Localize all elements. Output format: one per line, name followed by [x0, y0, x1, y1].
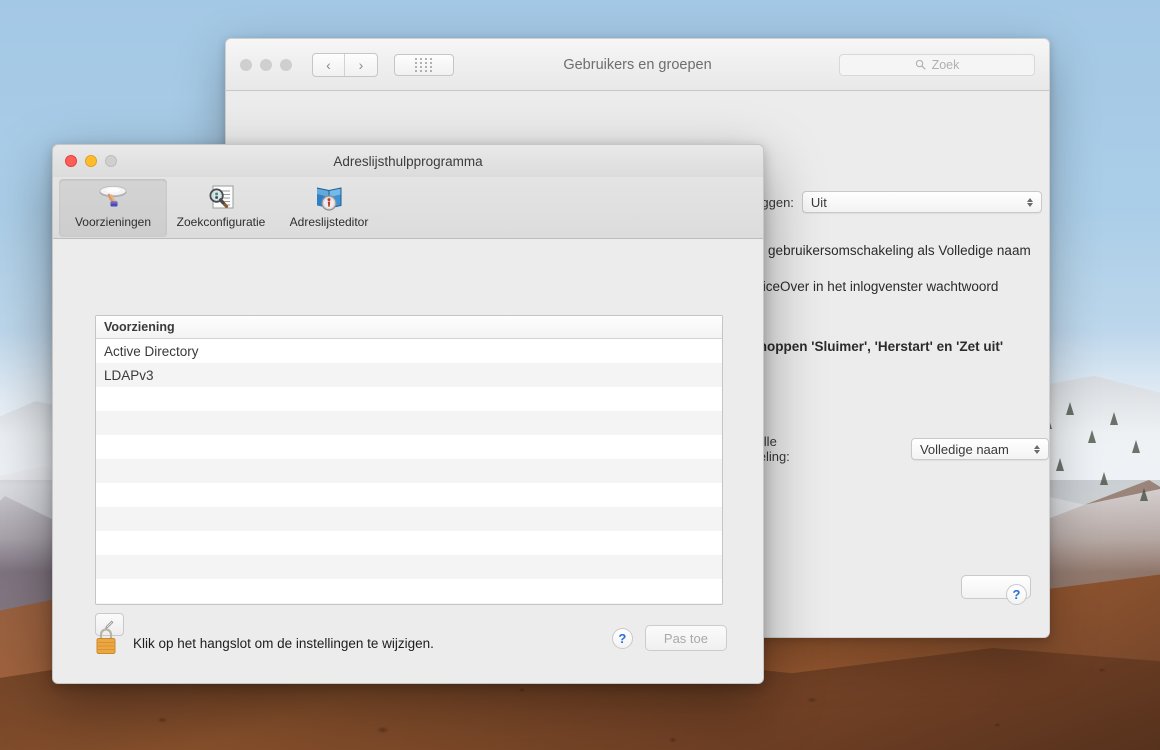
table-row-empty[interactable] [96, 603, 722, 604]
table-row-empty[interactable] [96, 579, 722, 603]
padlock-closed-icon[interactable] [93, 625, 119, 662]
directory-utility-footer: Klik op het hangslot om de instellingen … [53, 609, 763, 683]
show-all-preferences-button[interactable] [394, 53, 454, 76]
minimize-button[interactable] [260, 58, 272, 71]
zoom-button [105, 155, 117, 167]
directory-utility-content: Voorziening Active Directory LDAPv3 Klik… [53, 239, 763, 683]
search-placeholder: Zoek [931, 57, 960, 72]
users-window-titlebar: ‹ › Gebruikers en groepen Zoek [226, 39, 1049, 91]
back-button[interactable]: ‹ [313, 53, 345, 76]
toolbar-tab-search-policy-label: Zoekconfiguratie [176, 215, 266, 229]
directory-utility-title: Adreslijsthulpprogramma [333, 153, 483, 169]
toolbar-tab-search-policy[interactable]: Zoekconfiguratie [167, 179, 275, 237]
toolbar-tab-directory-editor[interactable]: Adreslijsteditor [275, 179, 383, 237]
users-window-traffic-lights[interactable] [240, 58, 292, 71]
table-row[interactable]: LDAPv3 [96, 363, 722, 387]
minimize-button[interactable] [85, 155, 97, 167]
close-button[interactable] [65, 155, 77, 167]
directory-utility-traffic-lights[interactable] [65, 155, 117, 167]
toolbar-tab-directory-editor-label: Adreslijsteditor [289, 215, 369, 229]
table-row-empty[interactable] [96, 459, 722, 483]
toolbar-tab-services-label: Voorzieningen [74, 215, 152, 229]
directory-utility-toolbar[interactable]: Voorzieningen Zoekconfiguratie Adreslijs… [53, 177, 763, 239]
search-input[interactable]: Zoek [839, 53, 1035, 76]
apply-button[interactable]: Pas toe [644, 625, 727, 651]
table-cell-service-name: Active Directory [104, 343, 199, 359]
chevron-updown-icon [1034, 444, 1040, 454]
footer-buttons: ? Pas toe [611, 625, 727, 651]
table-row-empty[interactable] [96, 435, 722, 459]
toolbar-tab-services[interactable]: Voorzieningen [59, 179, 167, 237]
table-row-empty[interactable] [96, 411, 722, 435]
auto-login-popup[interactable]: Uit [801, 191, 1042, 213]
table-row-empty[interactable] [96, 387, 722, 411]
auto-login-value: Uit [810, 194, 827, 210]
lock-message: Klik op het hangslot om de instellingen … [133, 636, 434, 651]
help-button[interactable]: ? [611, 627, 633, 649]
table-row[interactable]: Active Directory [96, 339, 722, 363]
table-row-empty[interactable] [96, 531, 722, 555]
wallpaper-conifers [1040, 400, 1160, 580]
directory-utility-titlebar: Adreslijsthulpprogramma [53, 145, 763, 177]
fast-user-switching-value: Volledige naam [919, 441, 1009, 457]
services-table[interactable]: Voorziening Active Directory LDAPv3 [95, 315, 723, 605]
table-row-empty[interactable] [96, 555, 722, 579]
navigation-segmented-control[interactable]: ‹ › [312, 52, 378, 77]
services-table-column-header[interactable]: Voorziening [96, 316, 722, 339]
search-policy-icon [204, 183, 238, 213]
directory-utility-window[interactable]: Adreslijsthulpprogramma Voorzieningen Zo… [52, 144, 764, 684]
fast-user-switching-popup[interactable]: Volledige naam [910, 438, 1049, 460]
chevron-updown-icon [1026, 197, 1033, 207]
table-row-empty[interactable] [96, 507, 722, 531]
directory-editor-icon [312, 183, 346, 213]
zoom-button[interactable] [280, 58, 292, 71]
table-row-empty[interactable] [96, 483, 722, 507]
close-button[interactable] [240, 58, 252, 71]
table-cell-service-name: LDAPv3 [104, 367, 154, 383]
help-button[interactable]: ? [1006, 584, 1027, 605]
search-icon [915, 59, 926, 70]
grid-view-icon [415, 57, 433, 72]
forward-button[interactable]: › [345, 54, 377, 76]
lock-area[interactable]: Klik op het hangslot om de instellingen … [93, 625, 434, 662]
services-icon [96, 183, 130, 213]
